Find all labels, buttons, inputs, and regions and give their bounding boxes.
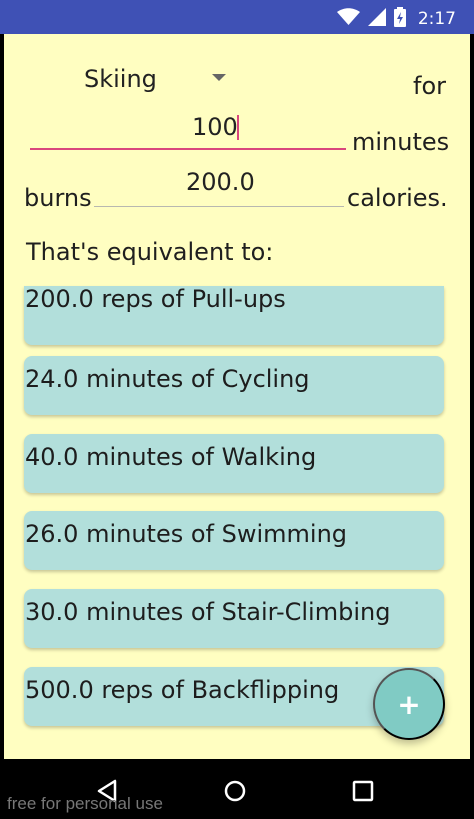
status-icons: 2:17 [336, 7, 456, 31]
equivalent-text: 30.0 minutes of Stair-Climbing [25, 598, 391, 626]
chevron-down-icon[interactable] [212, 74, 226, 81]
add-button[interactable]: + [373, 668, 445, 740]
minutes-value: 100 [192, 113, 238, 141]
activity-dropdown[interactable]: Skiing [84, 65, 157, 93]
list-item[interactable]: 30.0 minutes of Stair-Climbing [24, 589, 444, 648]
calories-output: 200.0 [94, 164, 344, 207]
watermark: free for personal use [7, 794, 163, 813]
for-label: for [413, 72, 446, 100]
activity-value: Skiing [84, 65, 157, 93]
list-item[interactable]: 200.0 reps of Pull-ups [24, 285, 444, 345]
equivalents-title: That's equivalent to: [26, 238, 274, 266]
equivalent-text: 40.0 minutes of Walking [25, 443, 317, 471]
equivalent-text: 24.0 minutes of Cycling [25, 365, 310, 393]
minutes-label: minutes [352, 128, 450, 156]
burns-label: burns [24, 184, 92, 212]
home-icon[interactable] [217, 773, 253, 809]
list-item[interactable]: 26.0 minutes of Swimming [24, 511, 444, 570]
signal-icon [367, 8, 386, 30]
list-item[interactable]: 24.0 minutes of Cycling [24, 356, 444, 415]
status-time: 2:17 [417, 9, 456, 29]
calories-value: 200.0 [186, 168, 255, 196]
calories-underline [94, 206, 344, 207]
status-bar: 2:17 [0, 0, 474, 34]
recent-apps-icon[interactable] [345, 773, 381, 809]
minutes-field[interactable]: 100 [30, 108, 346, 150]
minutes-field-underline [30, 148, 346, 150]
calories-label: calories. [347, 184, 448, 212]
text-cursor [237, 115, 239, 140]
add-icon: + [397, 687, 421, 721]
calorie-converter-screen: Skiing for 100 minutes burns 200.0 calor… [4, 34, 470, 759]
equivalent-text: 500.0 reps of Backflipping [25, 676, 340, 704]
list-item[interactable]: 40.0 minutes of Walking [24, 434, 444, 493]
wifi-icon [336, 8, 360, 30]
equivalent-text: 200.0 reps of Pull-ups [25, 285, 286, 313]
battery-icon [393, 7, 406, 31]
equivalent-text: 26.0 minutes of Swimming [25, 520, 348, 548]
